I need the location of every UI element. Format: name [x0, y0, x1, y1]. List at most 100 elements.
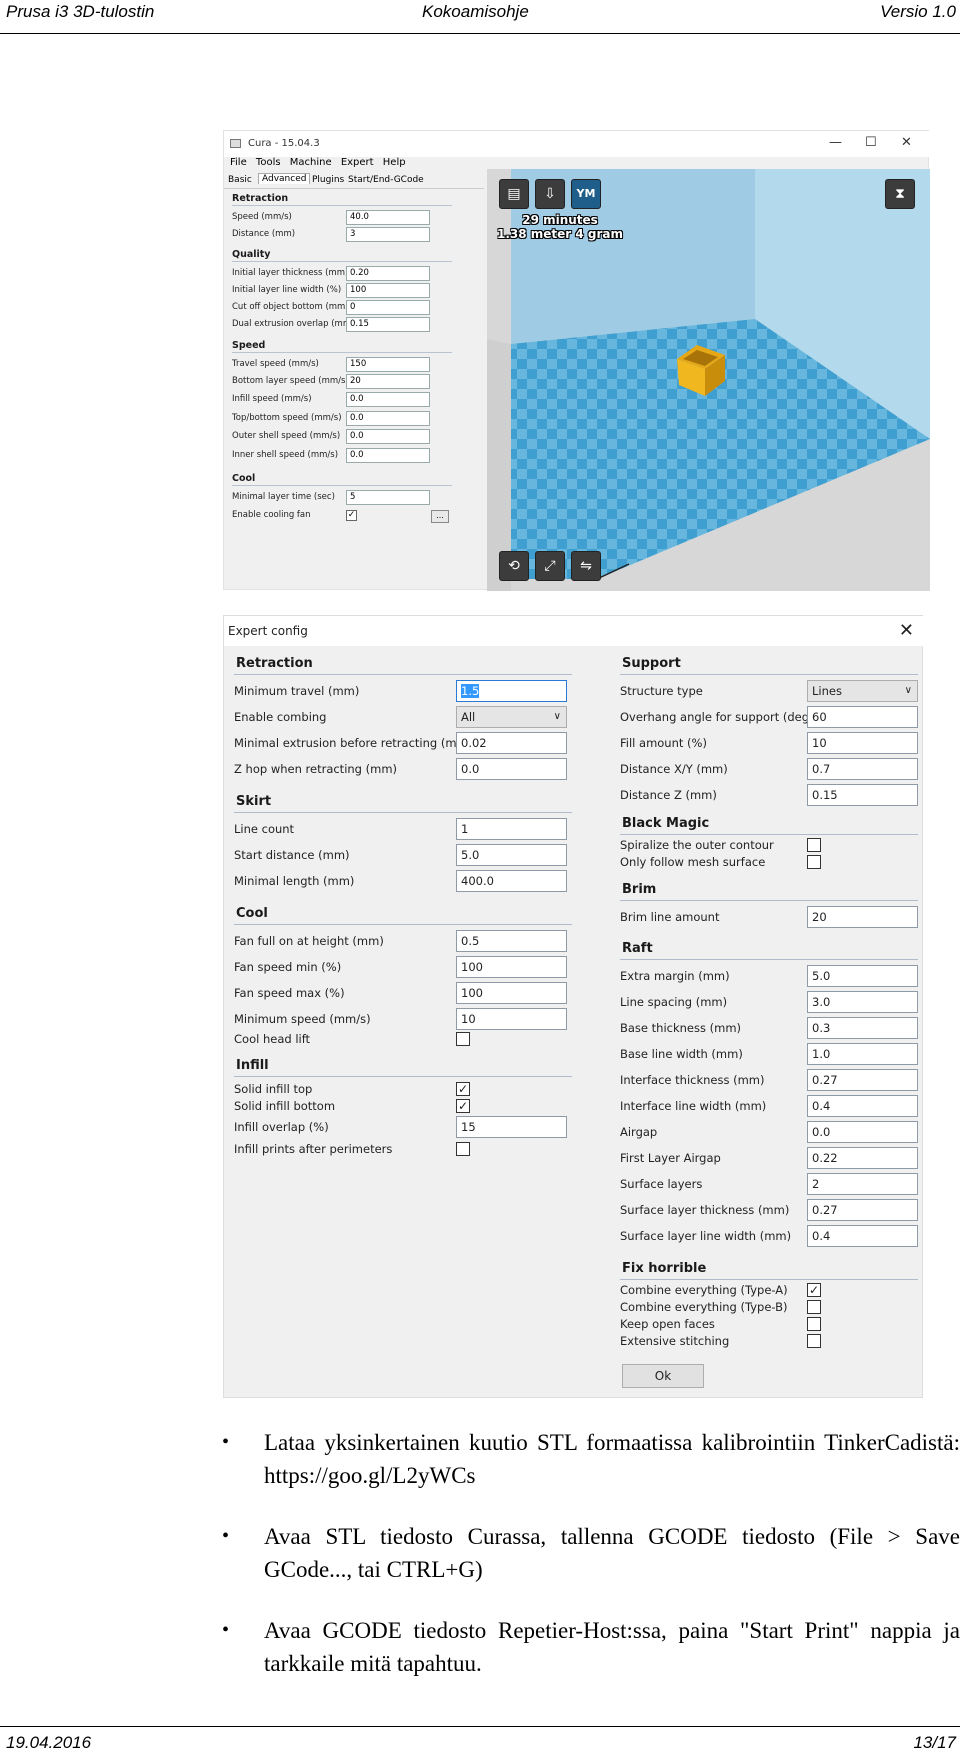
fill-amount-input[interactable]: 10 [807, 732, 918, 754]
overhang-angle-input[interactable]: 60 [807, 706, 918, 728]
cool-head-lift-checkbox[interactable] [456, 1032, 470, 1046]
chevron-down-icon: ∨ [904, 685, 912, 696]
skirt-line-count-input[interactable]: 1 [456, 818, 567, 840]
maximize-icon[interactable]: ☐ [865, 135, 877, 150]
footer-date: 19.04.2016 [6, 1733, 92, 1752]
initial-layer-thickness-input[interactable]: 0.20 [346, 266, 430, 281]
fan-full-height-input[interactable]: 0.5 [456, 930, 567, 952]
list-item-text: Avaa GCODE tiedosto Repetier-Host:ssa, p… [264, 1618, 960, 1676]
section-brim: Brim [622, 882, 657, 897]
z-hop-input[interactable]: 0.0 [456, 758, 567, 780]
menu-machine[interactable]: Machine [290, 157, 332, 168]
raft-input[interactable]: 1.0 [807, 1043, 918, 1065]
retraction-speed-input[interactable]: 40.0 [346, 210, 430, 225]
keep-open-faces-checkbox[interactable] [807, 1317, 821, 1331]
field-label: Line count [234, 822, 295, 836]
raft-input[interactable]: 5.0 [807, 965, 918, 987]
save-toolpath-icon[interactable]: ⇩ [535, 179, 565, 209]
tab-basic[interactable]: Basic [228, 175, 252, 185]
menu-help[interactable]: Help [383, 157, 406, 168]
spiralize-checkbox[interactable] [807, 838, 821, 852]
travel-speed-input[interactable]: 150 [346, 357, 430, 372]
raft-input[interactable]: 0.4 [807, 1225, 918, 1247]
close-icon[interactable]: ✕ [901, 135, 912, 150]
dropdown-value: All [461, 710, 476, 724]
field-label: First Layer Airgap [620, 1151, 721, 1165]
raft-input[interactable]: 2 [807, 1173, 918, 1195]
field-label: Minimum travel (mm) [234, 684, 360, 698]
youmagine-button[interactable]: YM [571, 179, 601, 209]
fan-speed-min-input[interactable]: 100 [456, 956, 567, 978]
field-label: Minimum speed (mm/s) [234, 1012, 371, 1026]
raft-input[interactable]: 0.22 [807, 1147, 918, 1169]
menu-tools[interactable]: Tools [256, 157, 281, 168]
view-mode-icon[interactable]: ⧗ [885, 179, 915, 209]
field-label: Interface line width (mm) [620, 1099, 767, 1113]
load-model-icon[interactable]: ▤ [499, 179, 529, 209]
combing-dropdown[interactable]: All ∨ [456, 706, 567, 728]
field-label: Solid infill top [234, 1082, 313, 1096]
infill-overlap-input[interactable]: 15 [456, 1116, 567, 1138]
menu-expert[interactable]: Expert [341, 157, 374, 168]
rotate-tool-icon[interactable]: ⟲ [499, 551, 529, 581]
section-black-magic: Black Magic [622, 816, 710, 831]
extensive-stitching-checkbox[interactable] [807, 1334, 821, 1348]
tab-start-end-gcode[interactable]: Start/End-GCode [348, 175, 424, 185]
field-label: Extensive stitching [620, 1334, 730, 1348]
minimal-layer-time-input[interactable]: 5 [346, 490, 430, 505]
tab-advanced[interactable]: Advanced [258, 173, 311, 184]
distance-z-input[interactable]: 0.15 [807, 784, 918, 806]
inner-shell-speed-input[interactable]: 0.0 [346, 448, 430, 463]
raft-input[interactable]: 0.0 [807, 1121, 918, 1143]
close-icon[interactable]: ✕ [899, 620, 914, 641]
scale-tool-icon[interactable]: ⤢ [535, 551, 565, 581]
field-label: Only follow mesh surface [620, 855, 766, 869]
solid-infill-top-checkbox[interactable]: ✓ [456, 1082, 470, 1096]
menu-bar: File Tools Machine Expert Help [224, 157, 464, 173]
dual-extrusion-overlap-input[interactable]: 0.15 [346, 317, 430, 332]
menu-file[interactable]: File [230, 157, 247, 168]
3d-viewport[interactable]: ▤ ⇩ YM 29 minutes 1.38 meter 4 gram ⧗ ⟲ … [487, 169, 930, 591]
field-label: Base thickness (mm) [620, 1021, 742, 1035]
raft-input[interactable]: 0.27 [807, 1069, 918, 1091]
bottom-layer-speed-input[interactable]: 20 [346, 374, 430, 389]
brim-line-amount-input[interactable]: 20 [807, 906, 918, 928]
infill-after-perimeters-checkbox[interactable] [456, 1142, 470, 1156]
combine-type-a-checkbox[interactable]: ✓ [807, 1283, 821, 1297]
raft-input[interactable]: 0.4 [807, 1095, 918, 1117]
min-extrusion-input[interactable]: 0.02 [456, 732, 567, 754]
retraction-distance-input[interactable]: 3 [346, 227, 430, 242]
distance-xy-input[interactable]: 0.7 [807, 758, 918, 780]
initial-line-width-input[interactable]: 100 [346, 283, 430, 298]
cut-off-bottom-input[interactable]: 0 [346, 300, 430, 315]
page-number: 13/17 [913, 1733, 956, 1752]
raft-input[interactable]: 0.27 [807, 1199, 918, 1221]
field-label: Minimal extrusion before retracting (mm) [234, 736, 473, 750]
ok-button[interactable]: Ok [622, 1364, 704, 1388]
field-label: Overhang angle for support (deg) [620, 710, 814, 724]
list-item-text: Avaa STL tiedosto Curassa, tallenna GCOD… [264, 1524, 960, 1582]
combine-type-b-checkbox[interactable] [807, 1300, 821, 1314]
section-fix-horrible: Fix horrible [622, 1261, 707, 1276]
minimum-speed-input[interactable]: 10 [456, 1008, 567, 1030]
raft-input[interactable]: 3.0 [807, 991, 918, 1013]
mirror-tool-icon[interactable]: ⇋ [571, 551, 601, 581]
infill-speed-input[interactable]: 0.0 [346, 392, 430, 407]
field-label: Surface layers [620, 1177, 703, 1191]
cooling-fan-checkbox[interactable]: ✓ [346, 510, 357, 521]
section-raft: Raft [622, 941, 653, 956]
skirt-min-length-input[interactable]: 400.0 [456, 870, 567, 892]
skirt-start-distance-input[interactable]: 5.0 [456, 844, 567, 866]
structure-type-dropdown[interactable]: Lines ∨ [807, 680, 918, 702]
mesh-surface-checkbox[interactable] [807, 855, 821, 869]
top-bottom-speed-input[interactable]: 0.0 [346, 411, 430, 426]
minimum-travel-input[interactable]: 1.5 [456, 680, 567, 702]
raft-input[interactable]: 0.3 [807, 1017, 918, 1039]
header-right: Versio 1.0 [880, 2, 956, 21]
solid-infill-bottom-checkbox[interactable]: ✓ [456, 1099, 470, 1113]
minimize-icon[interactable]: — [829, 135, 842, 150]
tab-plugins[interactable]: Plugins [312, 175, 344, 185]
cooling-settings-button[interactable]: ... [431, 510, 449, 523]
outer-shell-speed-input[interactable]: 0.0 [346, 429, 430, 444]
fan-speed-max-input[interactable]: 100 [456, 982, 567, 1004]
